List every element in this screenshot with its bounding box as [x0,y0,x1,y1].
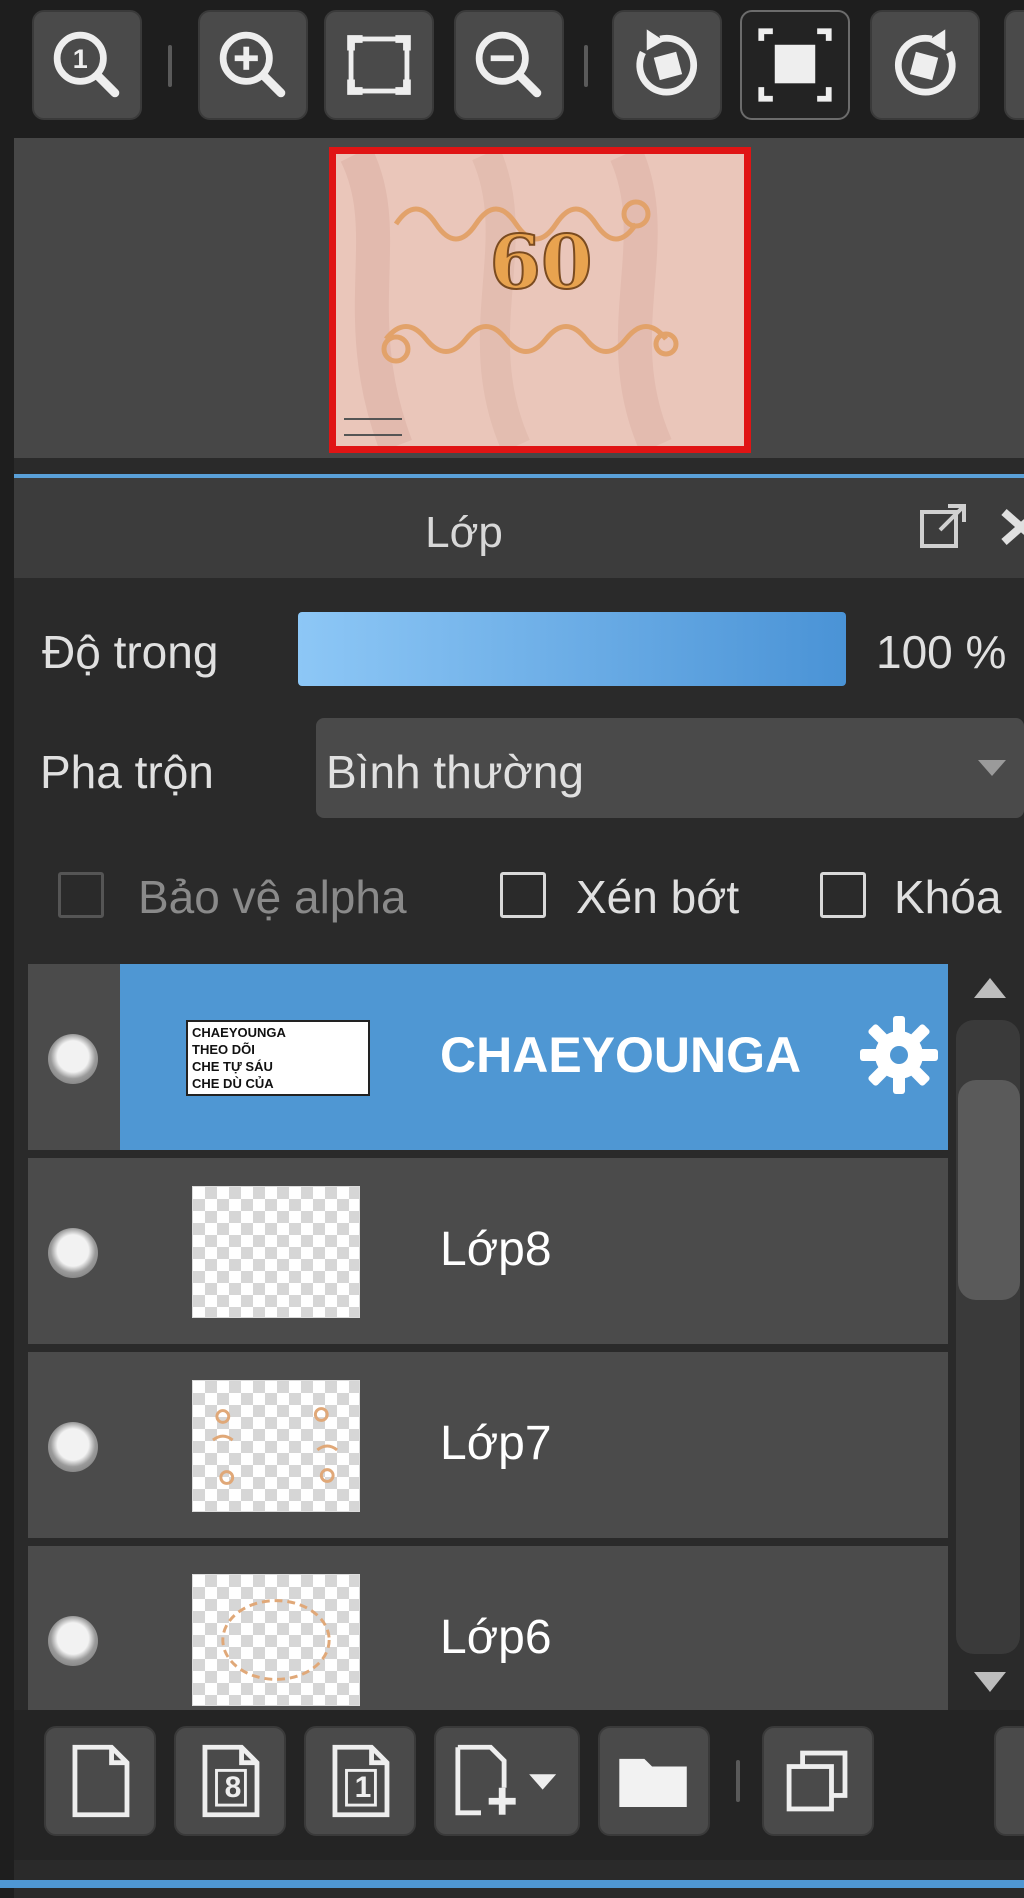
layer-row[interactable]: CHAEYOUNGA THEO DÕI CHE TỰ SÁU CHE DÙ CỦ… [28,964,948,1150]
visibility-toggle-icon[interactable] [48,1228,98,1278]
clipping-checkbox[interactable] [500,872,546,918]
new-folder-button[interactable] [598,1726,710,1836]
opacity-slider-fill [298,612,846,686]
layer-thumbnail: CHAEYOUNGA THEO DÕI CHE TỰ SÁU CHE DÙ CỦ… [186,1020,370,1096]
navigator-toolbar: 1 [0,0,1024,138]
more-toolbar-button[interactable] [1004,10,1024,120]
fit-screen-icon [347,35,411,95]
clipping-label: Xén bớt [576,871,740,923]
new-layer-button[interactable] [44,1726,156,1836]
layer-name: CHAEYOUNGA [440,1027,802,1083]
layer-row[interactable]: Lớp7 [28,1352,948,1538]
zoom-out-button[interactable] [454,10,564,120]
close-icon[interactable] [998,502,1024,550]
rotate-left-icon [636,29,698,96]
blend-mode-value: Bình thường [326,746,584,798]
layer-list-scrollbar[interactable] [956,964,1024,1710]
gear-icon[interactable] [856,1012,942,1098]
opacity-label: Độ trong [42,626,219,678]
layer-name: Lớp8 [440,1223,552,1276]
new-1bit-layer-label: 1 [354,1771,372,1804]
window-edge [0,138,14,1898]
toolbar-separator [736,1760,740,1802]
toolbar-separator [168,45,172,87]
layer-list: CHAEYOUNGA THEO DÕI CHE TỰ SÁU CHE DÙ CỦ… [28,964,948,1710]
duplicate-icon [786,1750,848,1812]
scroll-down-icon[interactable] [972,1668,1008,1696]
reset-view-button[interactable] [740,10,850,120]
fit-to-window-button[interactable] [324,10,434,120]
popout-icon[interactable] [918,500,970,552]
preview-caption [344,418,402,436]
layers-panel-header: Lớp [14,478,1024,578]
layer-name: Lớp6 [440,1611,552,1664]
layer-name: Lớp7 [440,1417,552,1470]
panel-title: Lớp [425,508,503,557]
rotate-left-button[interactable] [612,10,722,120]
new-8bit-layer-label: 8 [224,1771,242,1804]
new-8bit-layer-button[interactable]: 8 [174,1726,286,1836]
add-layer-menu-button[interactable] [434,1726,580,1836]
lock-label: Khóa [894,871,1002,923]
layer-row[interactable]: Lớp8 [28,1158,948,1344]
protect-alpha-label: Bảo vệ alpha [138,871,407,923]
duplicate-layer-button[interactable] [762,1726,874,1836]
new-1bit-layer-button[interactable]: 1 [304,1726,416,1836]
layer-thumbnail [192,1186,360,1318]
reset-view-icon [758,28,832,102]
zoom-actual-size-button[interactable]: 1 [32,10,142,120]
thumb-line: THEO DÕI [192,1042,255,1057]
zoom-in-button[interactable] [198,10,308,120]
preview-number: 60 [489,219,594,307]
blend-mode-label: Pha trộn [40,746,214,798]
new-page-icon [72,1744,130,1818]
visibility-toggle-icon[interactable] [48,1422,98,1472]
chevron-down-icon [978,760,1006,776]
opacity-slider[interactable] [298,612,846,686]
more-actions-button[interactable] [994,1726,1024,1836]
zoom-in-icon [219,31,286,98]
navigator-viewport-frame[interactable]: 60 [329,147,751,453]
thumbnail-artwork [221,1599,331,1681]
svg-text:1: 1 [73,44,88,74]
folder-icon [619,1758,687,1808]
zoom-out-icon [475,31,542,98]
rotate-right-button[interactable] [870,10,980,120]
toolbar-separator [584,45,588,87]
layer-thumbnail [192,1380,360,1512]
layer-row[interactable]: Lớp6 [28,1546,948,1710]
protect-alpha-checkbox[interactable] [58,872,104,918]
thumb-line: CHE TỰ SÁU [192,1059,273,1074]
thumb-line: CHE DÙ CỦA [192,1076,274,1091]
panel-bottom-border [0,1880,1024,1888]
rotate-right-icon [894,29,956,96]
visibility-toggle-icon[interactable] [48,1616,98,1666]
visibility-toggle-icon[interactable] [48,1034,98,1084]
scrollbar-track[interactable] [956,1020,1020,1654]
lock-checkbox[interactable] [820,872,866,918]
thumbnail-artwork [212,1407,338,1485]
add-layer-dropdown-icon [455,1744,557,1816]
layer-thumbnail [192,1574,360,1706]
blend-mode-select[interactable]: Bình thường [316,718,1024,818]
zoom-one-icon: 1 [53,31,120,98]
thumb-line: CHAEYOUNGA [192,1025,286,1040]
scroll-up-icon[interactable] [972,974,1008,1002]
opacity-value: 100 % [876,626,1007,678]
scrollbar-thumb[interactable] [958,1080,1020,1300]
